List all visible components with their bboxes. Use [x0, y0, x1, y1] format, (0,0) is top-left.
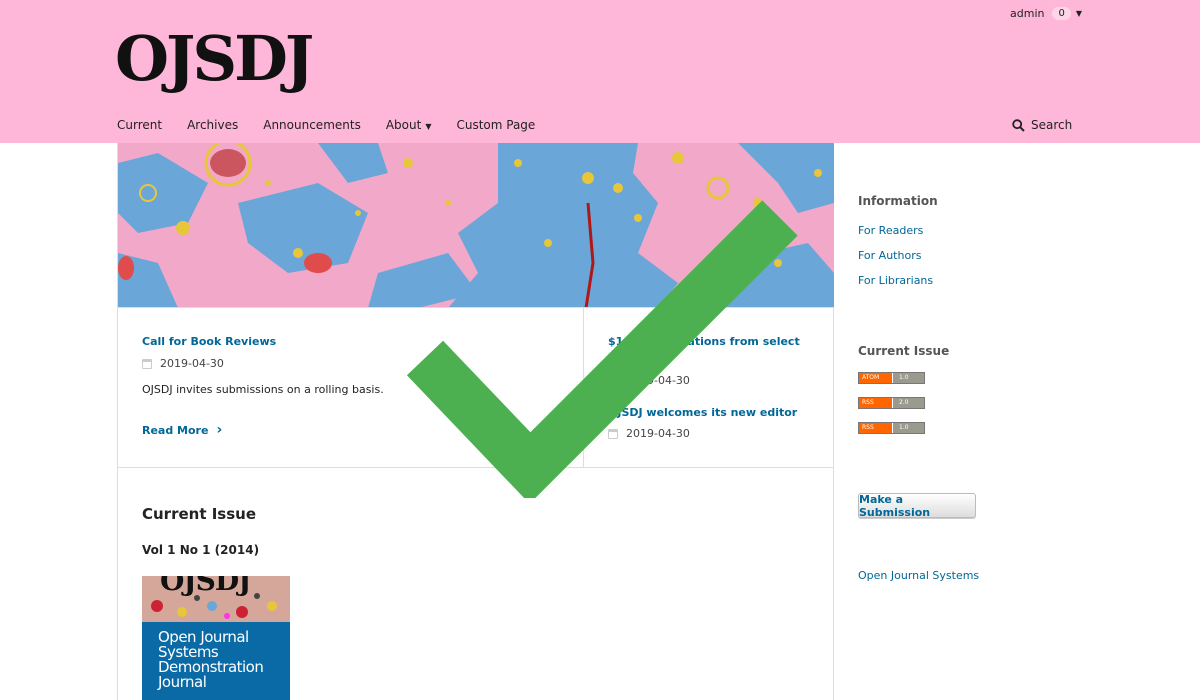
user-nav[interactable]: admin 0 ▼ [1010, 7, 1082, 20]
open-journal-systems-link[interactable]: Open Journal Systems [858, 569, 979, 582]
feed-type: ATOM [859, 373, 893, 383]
search-label: Search [1031, 118, 1073, 132]
cover-title-panel: Open Journal Systems Demonstration Journ… [142, 622, 290, 700]
atom-feed-link[interactable]: ATOM 1.0 [858, 372, 925, 384]
link-for-authors[interactable]: For Authors [858, 249, 921, 262]
announcement-date-text: 2019-04-30 [626, 427, 690, 440]
calendar-icon [142, 358, 152, 369]
announcements-block: Call for Book Reviews 2019-04-30 OJSDJ i… [118, 308, 834, 468]
primary-nav: Current Archives Announcements About ▼ Cu… [117, 118, 560, 132]
current-issue-block-title: Current Issue [858, 344, 950, 358]
chevron-down-icon: ▼ [425, 122, 432, 131]
rss2-feed-link[interactable]: RSS 2.0 [858, 397, 925, 409]
homepage-image [118, 143, 834, 308]
information-block-title: Information [858, 194, 938, 208]
main-content: Call for Book Reviews 2019-04-30 OJSDJ i… [117, 143, 834, 700]
link-for-readers[interactable]: For Readers [858, 224, 923, 237]
feed-version: 2.0 [893, 398, 924, 408]
site-logo[interactable]: OJSDJ [115, 28, 314, 90]
announcement-date-text: 2019-04-30 [626, 374, 690, 387]
announcement-summary: OJSDJ invites submissions on a rolling b… [142, 383, 384, 396]
task-count-badge[interactable]: 0 [1052, 7, 1071, 20]
nav-item-announcements[interactable]: Announcements [263, 118, 361, 132]
current-issue-heading: Current Issue [142, 505, 257, 523]
feed-version: 1.0 [893, 373, 924, 383]
feed-version: 1.0 [893, 423, 924, 433]
link-for-librarians[interactable]: For Librarians [858, 274, 933, 287]
cover-logo: OJSDJ [160, 576, 251, 597]
announcement-title[interactable]: OJSDJ welcomes its new editor [608, 406, 797, 419]
nav-item-custom-page[interactable]: Custom Page [456, 118, 535, 132]
announcement-date: 2019-04-30 [142, 357, 224, 370]
read-more-label: Read More [142, 423, 209, 437]
issue-cover-image[interactable]: OJSDJ Open Journal Systems Demonstration… [142, 576, 290, 700]
announcement-date: 2019-04-30 [608, 427, 690, 440]
search-icon [1012, 118, 1025, 132]
nav-item-about-label: About [385, 118, 422, 132]
cover-title: Open Journal Systems Demonstration Journ… [158, 628, 264, 691]
nav-item-about[interactable]: About ▼ [386, 118, 432, 132]
announcement-date: 2019-04-30 [608, 374, 690, 387]
issue-identification[interactable]: Vol 1 No 1 (2014) [142, 543, 259, 557]
rss1-feed-link[interactable]: RSS 1.0 [858, 422, 925, 434]
search-link[interactable]: Search [1012, 118, 1072, 132]
read-more-link[interactable]: Read More › [142, 422, 222, 438]
nav-item-archives[interactable]: Archives [187, 118, 238, 132]
announcement-title[interactable]: Call for Book Reviews [142, 335, 276, 348]
chevron-right-icon: › [216, 422, 223, 438]
feed-type: RSS [859, 398, 893, 408]
calendar-icon [608, 375, 618, 386]
calendar-icon [608, 428, 618, 439]
chevron-down-icon[interactable]: ▼ [1076, 9, 1082, 18]
announcement-title[interactable]: $10 ... translations from select [608, 335, 818, 348]
feed-type: RSS [859, 423, 893, 433]
cover-image-art: OJSDJ [142, 576, 290, 622]
username-link[interactable]: admin [1010, 7, 1044, 20]
make-submission-button[interactable]: Make a Submission [858, 493, 976, 519]
nav-item-current[interactable]: Current [117, 118, 162, 132]
announcement-date-text: 2019-04-30 [160, 357, 224, 370]
announcement-featured: Call for Book Reviews 2019-04-30 OJSDJ i… [118, 308, 584, 468]
site-header: admin 0 ▼ OJSDJ Current Archives Announc… [0, 0, 1200, 143]
